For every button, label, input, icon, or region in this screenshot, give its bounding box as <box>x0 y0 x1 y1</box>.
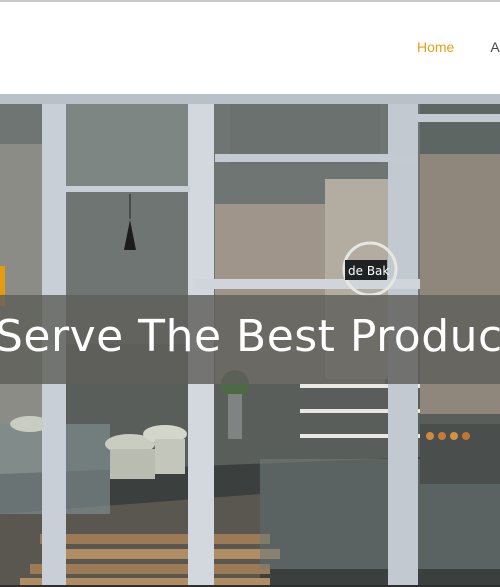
main-nav: Home A <box>417 39 500 55</box>
site-header: Home A <box>0 2 500 95</box>
nav-item-home[interactable]: Home <box>417 39 454 55</box>
hero-headline: Serve The Best Product <box>0 311 500 362</box>
storefront-sign-text: de Bak <box>348 264 389 278</box>
hero-slider: de Bak Serve The Best Product <box>0 94 500 587</box>
hero-caption-banner: Serve The Best Product <box>0 295 500 384</box>
nav-item-about[interactable]: A <box>490 39 499 55</box>
